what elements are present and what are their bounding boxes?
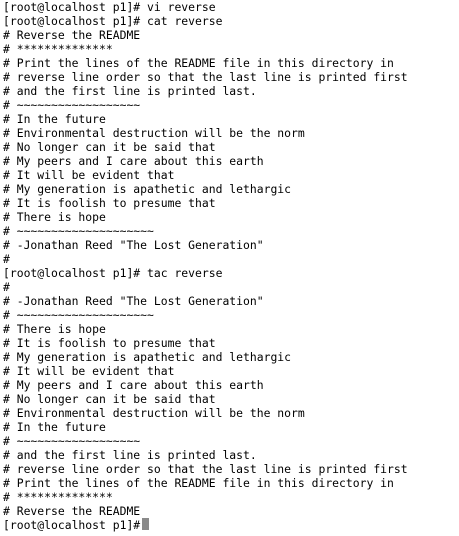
terminal-line: # -Jonathan Reed "The Lost Generation" xyxy=(3,294,264,308)
terminal-line: # Reverse the README xyxy=(3,28,141,42)
terminal-line: # In the future xyxy=(3,112,106,126)
terminal-line: # ~~~~~~~~~~~~~~~~~~~~ xyxy=(3,308,154,322)
terminal-line: # No longer can it be said that xyxy=(3,392,216,406)
terminal-line: # Print the lines of the README file in … xyxy=(3,476,394,490)
terminal-line: # -Jonathan Reed "The Lost Generation" xyxy=(3,238,264,252)
terminal-line: # My generation is apathetic and letharg… xyxy=(3,350,292,364)
text-cursor xyxy=(142,518,150,530)
terminal-line: # Print the lines of the README file in … xyxy=(3,56,394,70)
terminal-line: # ~~~~~~~~~~~~~~~~~~ xyxy=(3,98,141,112)
terminal-line: # Environmental destruction will be the … xyxy=(3,406,305,420)
terminal-line: # My peers and I care about this earth xyxy=(3,154,264,168)
terminal-line: # In the future xyxy=(3,420,106,434)
terminal-line: # ~~~~~~~~~~~~~~~~~~~~ xyxy=(3,224,154,238)
terminal-line: # ************** xyxy=(3,490,113,504)
shell-prompt: [root@localhost p1]# xyxy=(3,518,141,532)
terminal-window[interactable]: [root@localhost p1]# vi reverse [root@lo… xyxy=(0,0,459,536)
terminal-line: # and the first line is printed last. xyxy=(3,448,257,462)
terminal-line: [root@localhost p1]# vi reverse xyxy=(3,0,216,14)
terminal-line: # Reverse the README xyxy=(3,504,141,518)
terminal-line: # It will be evident that xyxy=(3,168,175,182)
terminal-line: # reverse line order so that the last li… xyxy=(3,70,408,84)
terminal-line: # xyxy=(3,280,10,294)
terminal-line: # It is foolish to presume that xyxy=(3,196,216,210)
terminal-line: # It will be evident that xyxy=(3,364,175,378)
terminal-line: # It is foolish to presume that xyxy=(3,336,216,350)
prompt-line[interactable]: [root@localhost p1]# xyxy=(3,518,459,532)
terminal-line: # My generation is apathetic and letharg… xyxy=(3,182,292,196)
terminal-line: # ~~~~~~~~~~~~~~~~~~ xyxy=(3,434,141,448)
terminal-line: # ************** xyxy=(3,42,113,56)
terminal-line: # No longer can it be said that xyxy=(3,140,216,154)
terminal-line: # There is hope xyxy=(3,322,106,336)
terminal-line: # reverse line order so that the last li… xyxy=(3,462,408,476)
terminal-line: # and the first line is printed last. xyxy=(3,84,257,98)
terminal-line: # Environmental destruction will be the … xyxy=(3,126,305,140)
terminal-line: # There is hope xyxy=(3,210,106,224)
terminal-line: # My peers and I care about this earth xyxy=(3,378,264,392)
terminal-line: [root@localhost p1]# tac reverse xyxy=(3,266,223,280)
terminal-line: # xyxy=(3,252,10,266)
terminal-line: [root@localhost p1]# cat reverse xyxy=(3,14,223,28)
